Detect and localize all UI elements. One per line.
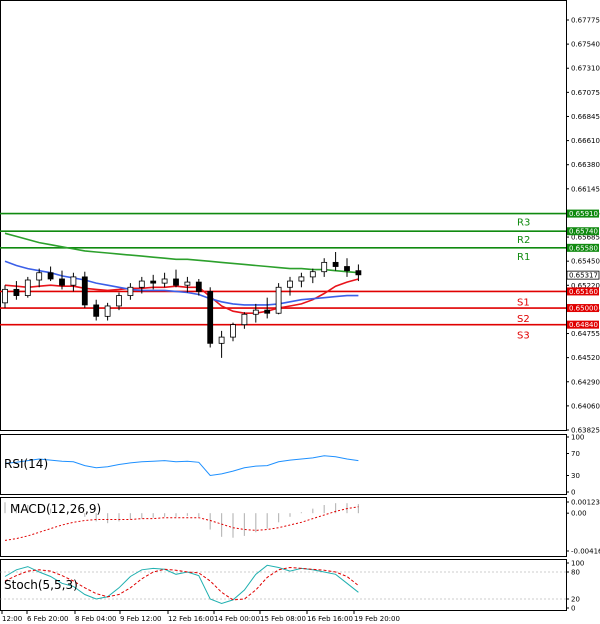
candle-body <box>127 286 134 296</box>
stoch-panel[interactable] <box>0 559 567 611</box>
candle-body <box>184 281 191 286</box>
time-tick-label: 19 Feb 20:00 <box>354 615 400 623</box>
macd-tick-label: 0.00 <box>571 510 587 518</box>
current-price-text: 0.65317 <box>569 272 598 280</box>
price-tick-label: 0.66380 <box>571 161 600 169</box>
price-tick-label: 0.64755 <box>571 330 600 338</box>
price-tick-label: 0.64060 <box>571 402 600 410</box>
time-tick-label: 14 Feb 00:00 <box>214 615 260 623</box>
candle-body <box>24 279 31 296</box>
time-tick-label: 16 Feb 16:00 <box>307 615 353 623</box>
price-tick-label: 0.67310 <box>571 65 600 73</box>
chart-window[interactable]: 0.67775 0.67540 0.67310 0.67075 0.66845 0.666… <box>0 0 600 624</box>
candle-body <box>309 271 316 278</box>
macd-tick-label: 0.001231 <box>571 499 600 507</box>
candle-body <box>150 280 157 284</box>
candle-body <box>93 304 100 317</box>
pivot-price-tag-text: 0.65580 <box>569 244 598 252</box>
price-tick-label: 0.65450 <box>571 258 600 266</box>
candle-body <box>104 305 111 317</box>
pivot-label-r3: R3 <box>517 218 530 229</box>
time-tick-label: 6 Feb 20:00 <box>27 615 68 623</box>
stoch-tick-label: 80 <box>571 569 580 577</box>
pivot-price-tag-text: 0.65910 <box>569 210 598 218</box>
pivot-label-s1: S1 <box>517 297 530 308</box>
price-tick-label: 0.64290 <box>571 378 600 386</box>
price-tick-label: 0.67540 <box>571 41 600 49</box>
candle-body <box>332 261 339 267</box>
time-tick-label: 15 Feb 08:00 <box>260 615 306 623</box>
rsi-tick-label: 0 <box>571 489 575 497</box>
pivot-label-r2: R2 <box>517 235 530 246</box>
price-tick-label: 0.67775 <box>571 17 600 25</box>
candle-body <box>355 270 362 276</box>
candle-body <box>252 309 259 315</box>
pivot-price-tag-text: 0.65740 <box>569 228 598 236</box>
price-tick-label: 0.64520 <box>571 354 600 362</box>
candle-body <box>195 281 202 292</box>
time-tick-label: 12:00 <box>2 615 22 623</box>
candle-body <box>138 280 145 288</box>
candle-body <box>13 288 20 296</box>
candle-body <box>241 313 248 326</box>
pivot-price-tag-text: 0.65000 <box>569 305 598 313</box>
time-tick-label: 8 Feb 04:00 <box>75 615 116 623</box>
time-tick-label: 12 Feb 16:00 <box>168 615 214 623</box>
candle-body <box>207 291 214 344</box>
candle-body <box>59 278 65 286</box>
candle-body <box>36 272 43 281</box>
pivot-price-tag-text: 0.64840 <box>569 321 598 329</box>
rsi-label: RSI(14) <box>4 457 48 471</box>
candle-body <box>47 272 54 280</box>
candle-body <box>275 286 282 314</box>
candle-body <box>116 295 122 307</box>
pivot-label-s2: S2 <box>517 314 530 325</box>
macd-label: MACD(12,26,9) <box>10 502 101 516</box>
rsi-panel[interactable] <box>0 434 567 495</box>
price-tick-label: 0.66610 <box>571 137 600 145</box>
macd-tick-label: -0.004162 <box>571 548 600 556</box>
stoch-label: Stoch(5,5,3) <box>4 578 78 592</box>
stoch-tick-label: 20 <box>571 596 580 604</box>
pivot-label-r1: R1 <box>517 252 530 263</box>
price-axis: 0.67775 0.67540 0.67310 0.67075 0.66845 0.666… <box>566 17 600 435</box>
candle-body <box>298 276 305 282</box>
rsi-tick-label: 100 <box>571 434 584 442</box>
stoch-tick-label: 100 <box>571 560 584 568</box>
pivot-price-tag-text: 0.65160 <box>569 288 598 296</box>
candle-body <box>161 278 168 284</box>
candle-body <box>81 276 88 306</box>
price-tick-label: 0.66145 <box>571 185 600 193</box>
candle-body <box>230 324 236 338</box>
pivot-label-s3: S3 <box>517 331 530 342</box>
price-tick-label: 0.67075 <box>571 89 600 97</box>
time-tick-label: 9 Feb 12:00 <box>120 615 161 623</box>
price-panel[interactable] <box>0 0 567 431</box>
candle-body <box>344 266 350 272</box>
candle-body <box>173 278 179 286</box>
candle-body <box>287 280 293 288</box>
stoch-tick-label: 0 <box>571 605 575 613</box>
candle-body <box>2 288 8 304</box>
candle-body <box>264 309 271 314</box>
candle-body <box>321 261 328 273</box>
rsi-tick-label: 30 <box>571 472 580 480</box>
current-price: 0.65317 <box>566 270 600 280</box>
candle-body <box>218 336 225 344</box>
candle-body <box>70 276 77 286</box>
rsi-tick-label: 70 <box>571 450 580 458</box>
price-tick-label: 0.66845 <box>571 113 600 121</box>
time-axis: 12:00 6 Feb 20:00 8 Feb 04:00 9 Feb 12:00 12… <box>1 611 400 623</box>
